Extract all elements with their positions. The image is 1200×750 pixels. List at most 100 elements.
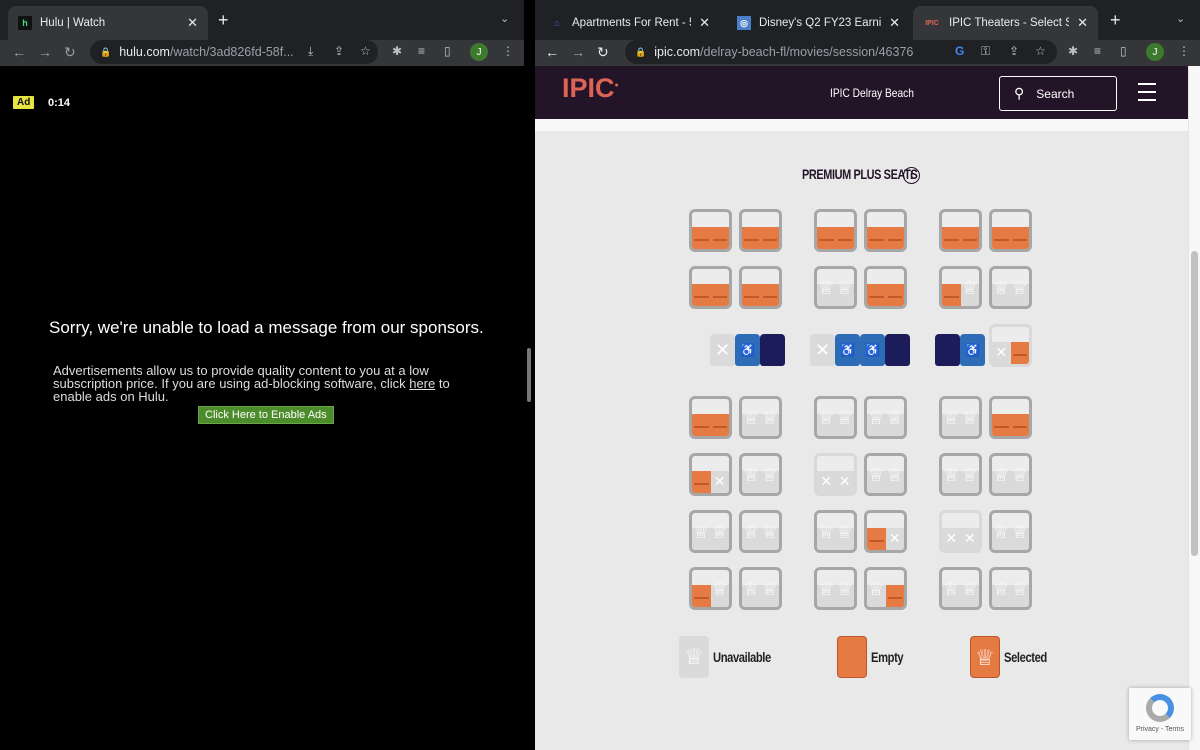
tab-ipic-select-seats[interactable]: IPIC IPIC Theaters - Select Seats ✕ bbox=[913, 6, 1098, 40]
wheelchair-seat[interactable]: ♿ bbox=[860, 334, 885, 366]
seat-empty[interactable] bbox=[867, 283, 886, 306]
seat-empty[interactable] bbox=[942, 226, 961, 249]
seat-pod[interactable] bbox=[864, 396, 907, 439]
seat-empty[interactable] bbox=[1010, 413, 1029, 436]
share-icon[interactable]: ⇪ bbox=[1009, 44, 1019, 58]
seat-pod[interactable] bbox=[939, 453, 982, 496]
seat-pod[interactable] bbox=[939, 567, 982, 610]
seat-empty[interactable] bbox=[692, 584, 711, 607]
seat-pod[interactable] bbox=[989, 396, 1032, 439]
seat-empty[interactable] bbox=[742, 226, 761, 249]
seat-pod[interactable] bbox=[689, 209, 732, 252]
search-button[interactable]: ⚲ Search bbox=[999, 76, 1117, 111]
seat-pod[interactable] bbox=[864, 453, 907, 496]
seat-pod[interactable] bbox=[989, 453, 1032, 496]
seat-empty[interactable] bbox=[692, 283, 711, 306]
seat-empty[interactable] bbox=[710, 283, 729, 306]
seat-empty[interactable] bbox=[992, 226, 1011, 249]
profile-avatar[interactable]: J bbox=[1146, 43, 1164, 61]
tab-hulu-watch[interactable]: h Hulu | Watch ✕ bbox=[8, 6, 208, 40]
reload-icon[interactable]: ↻ bbox=[64, 44, 76, 61]
seat-pod[interactable] bbox=[739, 453, 782, 496]
tab-apartments[interactable]: ⌂ Apartments For Rent - 55 Re ✕ bbox=[540, 6, 720, 40]
seat-pod[interactable] bbox=[689, 510, 732, 553]
chevron-down-icon[interactable]: ⌄ bbox=[1176, 12, 1185, 25]
back-icon[interactable]: ← bbox=[545, 44, 559, 60]
window-divider[interactable] bbox=[524, 0, 535, 750]
seat-pod[interactable] bbox=[864, 266, 907, 309]
recaptcha-links[interactable]: Privacy - Terms bbox=[1129, 726, 1191, 733]
seat-pod[interactable] bbox=[864, 567, 907, 610]
seat-pod[interactable] bbox=[939, 266, 982, 309]
seat-pod[interactable] bbox=[689, 266, 732, 309]
seat-empty[interactable] bbox=[710, 226, 729, 249]
seat-pod[interactable] bbox=[864, 209, 907, 252]
wheelchair-seat[interactable]: ♿ bbox=[735, 334, 760, 366]
close-tab-icon[interactable]: ✕ bbox=[187, 15, 198, 31]
new-tab-icon[interactable]: + bbox=[1110, 10, 1121, 31]
side-panel-icon[interactable]: ▯ bbox=[1120, 44, 1127, 58]
star-icon[interactable]: ☆ bbox=[360, 44, 371, 58]
hamburger-menu-icon[interactable] bbox=[1138, 83, 1156, 107]
seat-empty[interactable] bbox=[867, 226, 886, 249]
seat-pod[interactable] bbox=[739, 209, 782, 252]
extensions-icon[interactable]: ✱ bbox=[392, 44, 402, 58]
companion-seat[interactable] bbox=[885, 334, 910, 366]
seat-pod[interactable] bbox=[864, 510, 907, 553]
seat-pod[interactable] bbox=[989, 266, 1032, 309]
tab-disney-earnings[interactable]: ◎ Disney's Q2 FY23 Earnings | ✕ bbox=[727, 6, 910, 40]
seat-empty[interactable] bbox=[885, 283, 904, 306]
star-icon[interactable]: ☆ bbox=[1035, 44, 1046, 58]
seat-pod[interactable] bbox=[939, 510, 982, 553]
seat-empty[interactable] bbox=[742, 283, 761, 306]
seat-pod[interactable] bbox=[739, 567, 782, 610]
extensions-icon[interactable]: ✱ bbox=[1068, 44, 1078, 58]
seat-pod[interactable] bbox=[689, 396, 732, 439]
seat-pod[interactable] bbox=[814, 266, 857, 309]
more-menu-icon[interactable]: ⋮ bbox=[1178, 44, 1190, 58]
seat-pod[interactable] bbox=[814, 453, 857, 496]
profile-avatar[interactable]: J bbox=[470, 43, 488, 61]
seat-empty[interactable] bbox=[760, 226, 779, 249]
seat-pod[interactable] bbox=[739, 396, 782, 439]
seat-empty[interactable] bbox=[885, 226, 904, 249]
address-bar[interactable]: 🔒 ipic.com/delray-beach-fl/movies/sessio… bbox=[625, 40, 1057, 64]
close-tab-icon[interactable]: ✕ bbox=[699, 15, 710, 31]
seat-pod[interactable] bbox=[939, 209, 982, 252]
reload-icon[interactable]: ↻ bbox=[597, 44, 609, 61]
info-icon[interactable]: i bbox=[903, 167, 920, 184]
seat-empty[interactable] bbox=[942, 283, 961, 306]
seat-empty[interactable] bbox=[760, 283, 779, 306]
wheelchair-seat[interactable]: ♿ bbox=[960, 334, 985, 366]
enable-ads-button[interactable]: Click Here to Enable Ads bbox=[198, 406, 334, 424]
media-icon[interactable]: ≡ bbox=[1094, 44, 1101, 58]
seat-empty[interactable] bbox=[835, 226, 854, 249]
seat-empty[interactable] bbox=[885, 584, 904, 607]
resize-handle[interactable] bbox=[527, 348, 531, 402]
enable-ads-link[interactable]: here bbox=[409, 376, 435, 391]
google-icon[interactable]: G bbox=[955, 44, 964, 58]
seat-empty[interactable] bbox=[817, 226, 836, 249]
forward-icon[interactable]: → bbox=[571, 44, 585, 60]
share-icon[interactable]: ⇪ bbox=[334, 44, 344, 58]
key-icon[interactable]: ⚿ bbox=[981, 44, 990, 59]
scrollbar-thumb[interactable] bbox=[1191, 251, 1198, 556]
back-icon[interactable]: ← bbox=[12, 44, 26, 60]
seat-empty[interactable] bbox=[692, 226, 711, 249]
seat-empty[interactable] bbox=[992, 413, 1011, 436]
media-icon[interactable]: ≡ bbox=[418, 44, 425, 58]
venue-name[interactable]: IPIC Delray Beach bbox=[830, 86, 914, 100]
ipic-logo[interactable]: IPIC● bbox=[562, 73, 619, 104]
seat-pod[interactable] bbox=[939, 396, 982, 439]
seat-pod[interactable] bbox=[814, 396, 857, 439]
more-menu-icon[interactable]: ⋮ bbox=[502, 44, 514, 58]
seat-pod[interactable] bbox=[739, 510, 782, 553]
seat-empty[interactable] bbox=[1010, 226, 1029, 249]
close-tab-icon[interactable]: ✕ bbox=[889, 15, 900, 31]
wheelchair-seat[interactable]: ♿ bbox=[835, 334, 860, 366]
seat-pod[interactable] bbox=[814, 209, 857, 252]
seat-pod[interactable] bbox=[814, 567, 857, 610]
seat-empty[interactable] bbox=[710, 413, 729, 436]
seat-pod[interactable] bbox=[989, 567, 1032, 610]
seat-pod[interactable] bbox=[814, 510, 857, 553]
